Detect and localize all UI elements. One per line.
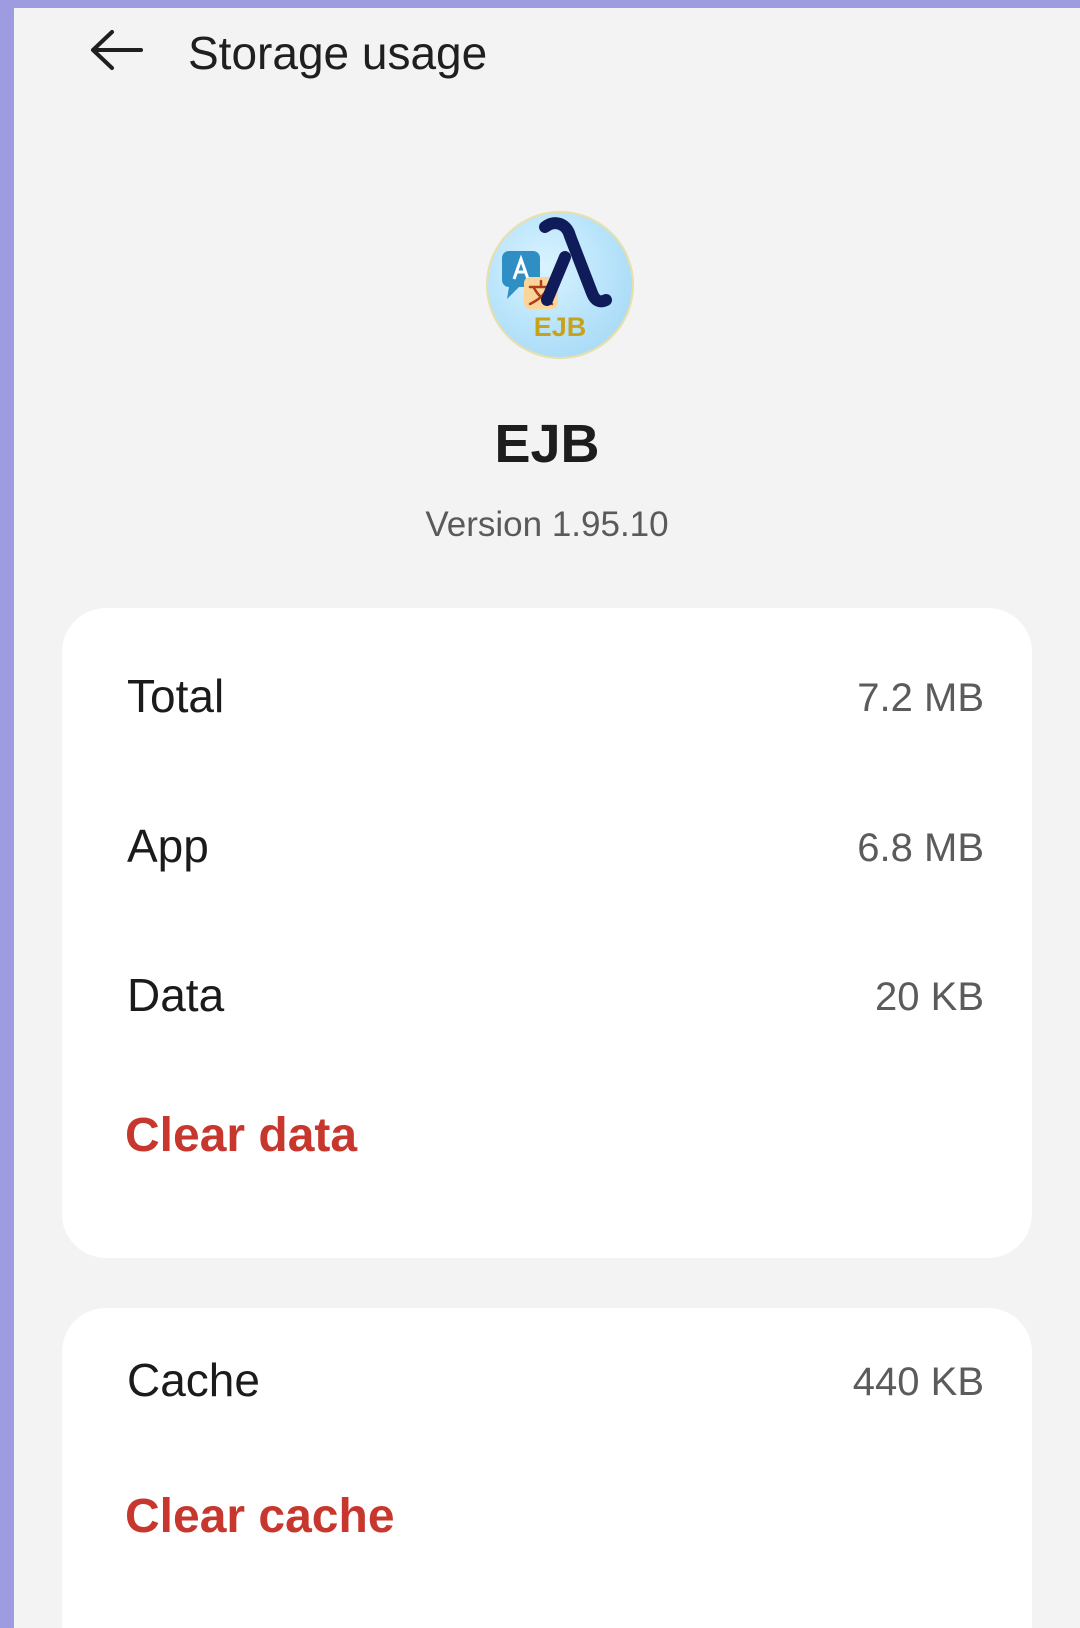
storage-row-label: Data xyxy=(127,969,225,1021)
arrow-left-icon xyxy=(87,29,145,76)
cache-value: 440 KB xyxy=(852,1360,984,1404)
storage-row-value: 7.2 MB xyxy=(857,676,984,720)
storage-usage-screen: Storage usage EJB EJB Version 1.95.10 To… xyxy=(14,8,1080,1628)
cache-card: Cache 440 KB Clear cache xyxy=(62,1308,1032,1628)
back-button[interactable] xyxy=(76,16,156,88)
clear-data-button[interactable]: Clear data xyxy=(125,1105,357,1167)
app-version: Version 1.95.10 xyxy=(425,505,669,544)
app-name: EJB xyxy=(494,414,600,474)
page-title: Storage usage xyxy=(188,27,488,79)
storage-row-data: Data 20 KB xyxy=(62,963,1032,1033)
top-app-bar: Storage usage xyxy=(14,8,1080,104)
app-logo-icon: EJB xyxy=(486,211,634,359)
storage-row-label: App xyxy=(127,820,209,872)
storage-row-total: Total 7.2 MB xyxy=(62,664,1032,734)
clear-cache-button[interactable]: Clear cache xyxy=(125,1486,395,1548)
app-logo-badge-text: EJB xyxy=(534,312,587,342)
cache-label: Cache xyxy=(127,1354,260,1406)
storage-row-value: 6.8 MB xyxy=(857,826,984,870)
cache-row: Cache 440 KB xyxy=(62,1348,1032,1418)
storage-card: Total 7.2 MB App 6.8 MB Data 20 KB Clear… xyxy=(62,608,1032,1258)
storage-row-app: App 6.8 MB xyxy=(62,814,1032,884)
storage-row-value: 20 KB xyxy=(875,975,984,1019)
storage-row-label: Total xyxy=(127,670,225,722)
